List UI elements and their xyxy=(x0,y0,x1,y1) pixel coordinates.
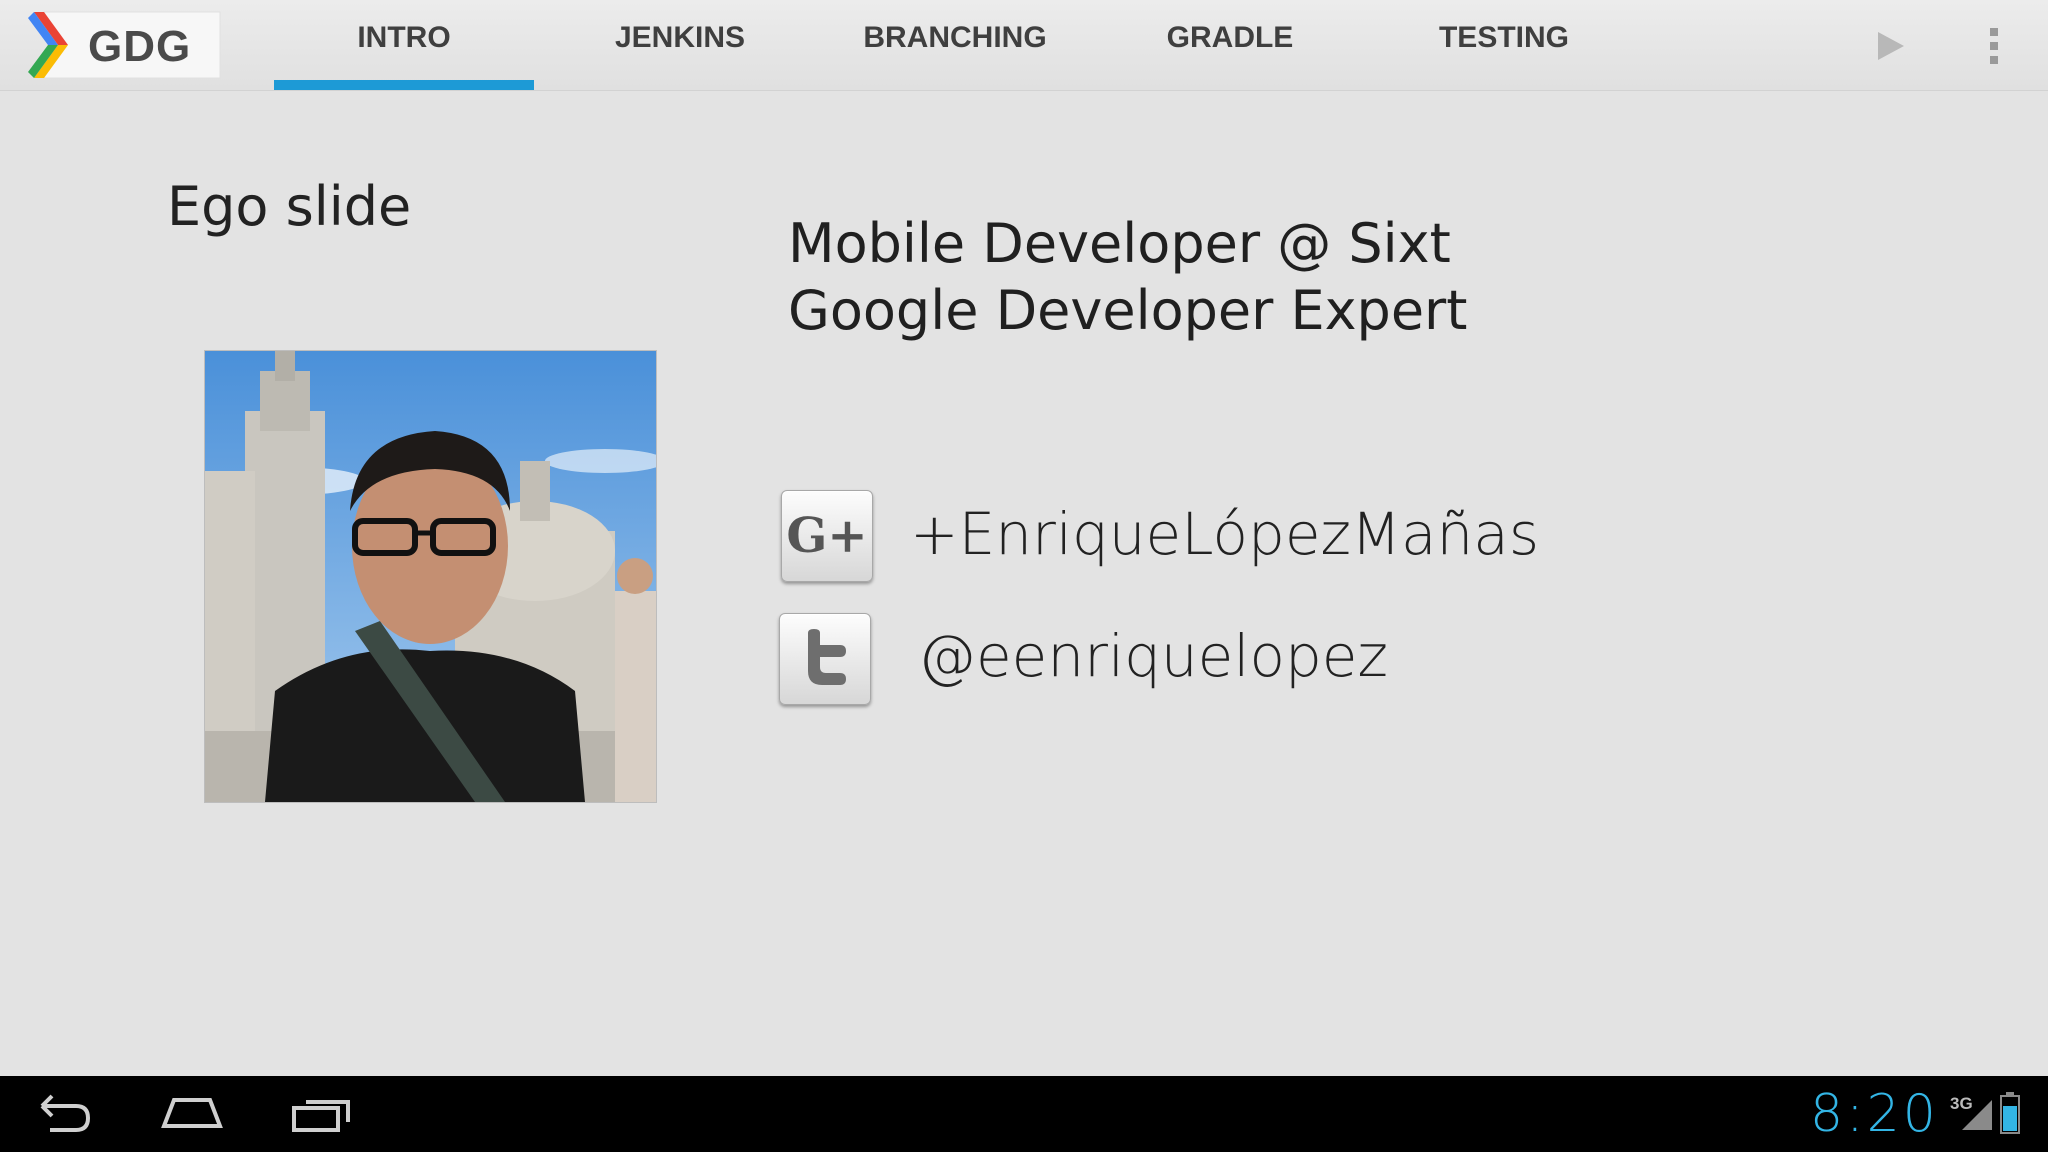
google-plus-icon[interactable]: G+ xyxy=(781,490,873,582)
slide-title: Ego slide xyxy=(167,175,412,238)
recent-apps-icon[interactable] xyxy=(290,1090,354,1141)
system-nav-bar: 8:20 3G xyxy=(0,1076,2048,1152)
tab-testing[interactable]: TESTING xyxy=(1374,0,1634,90)
home-icon[interactable] xyxy=(160,1090,224,1141)
back-icon[interactable] xyxy=(36,1090,92,1141)
action-bar: GDG INTRO JENKINS BRANCHING GRADLE TESTI… xyxy=(0,0,2048,91)
twitter-icon[interactable] xyxy=(779,613,871,705)
logo-text: GDG xyxy=(88,22,192,71)
status-clock: 8:20 xyxy=(1810,1084,1939,1144)
role-line-1: Mobile Developer @ Sixt xyxy=(788,212,1451,275)
role-line-2: Google Developer Expert xyxy=(788,279,1468,342)
tab-branching[interactable]: BRANCHING xyxy=(825,0,1085,90)
tab-gradle[interactable]: GRADLE xyxy=(1100,0,1360,90)
tab-jenkins[interactable]: JENKINS xyxy=(550,0,810,90)
google-plus-handle[interactable]: +EnriqueLópezMañas xyxy=(910,500,1539,568)
battery-icon xyxy=(2000,1092,2020,1139)
gdg-logo[interactable]: GDG xyxy=(24,8,224,82)
signal-icon xyxy=(1960,1098,1994,1137)
profile-photo xyxy=(205,351,656,802)
tab-intro[interactable]: INTRO xyxy=(274,0,534,90)
overflow-menu-icon[interactable] xyxy=(1988,26,2000,71)
play-icon[interactable] xyxy=(1876,30,1906,67)
twitter-handle[interactable]: @eenriquelopez xyxy=(918,622,1388,690)
